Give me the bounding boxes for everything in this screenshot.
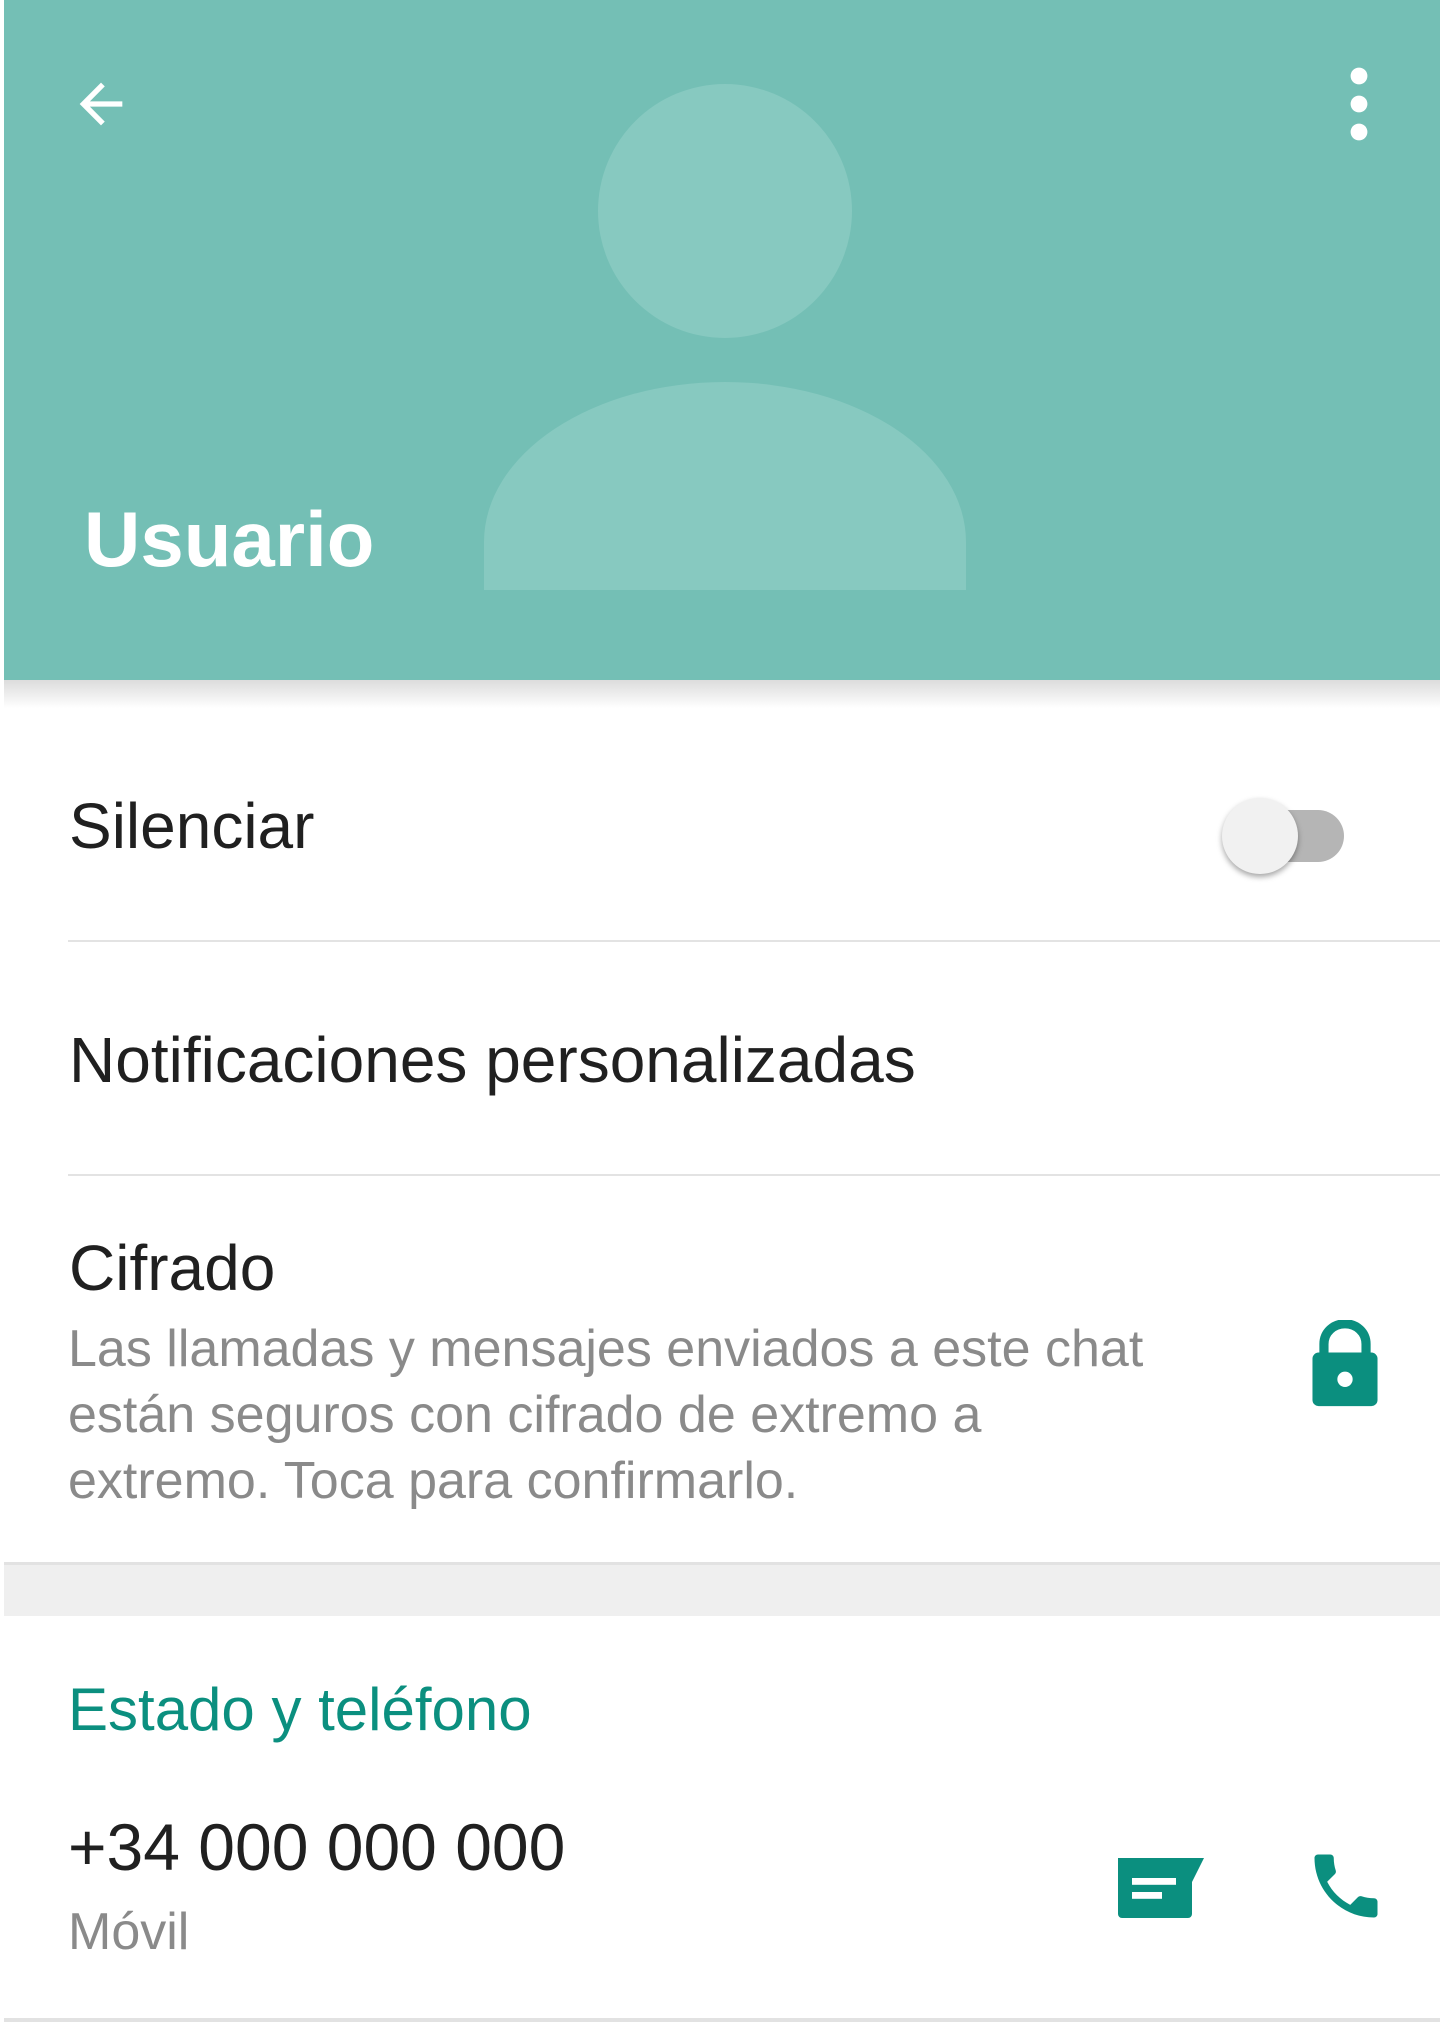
phone-number[interactable]: +34 000 000 000 [68,1814,565,1880]
message-button[interactable] [1100,1838,1220,1938]
avatar-placeholder-body [484,382,966,590]
contact-header: Usuario [4,0,1440,680]
section-title-status-phone: Estado y teléfono [68,1676,532,1743]
header-shadow [4,680,1440,708]
more-vert-icon [1350,67,1368,141]
arrow-back-icon [79,82,123,126]
phone-icon [1314,1854,1378,1918]
back-button[interactable] [56,56,146,152]
section-separator [4,1562,1440,1616]
phone-type-label: Móvil [68,1903,190,1961]
lock-icon [1312,1320,1378,1407]
encryption-description: Las llamadas y mensajes enviados a este … [68,1320,1144,1510]
custom-notifications-label: Notificaciones personalizadas [69,1024,916,1096]
encryption-label: Cifrado [69,1232,276,1304]
message-icon [1118,1858,1204,1918]
custom-notifications-row[interactable]: Notificaciones personalizadas [4,942,1440,1174]
contact-name: Usuario [84,495,375,583]
mute-toggle[interactable] [1218,796,1354,874]
bottom-divider [4,2018,1440,2022]
mute-label: Silenciar [69,790,315,862]
call-button[interactable] [1290,1830,1402,1942]
mute-toggle-thumb [1222,798,1298,874]
more-options-button[interactable] [1314,56,1404,152]
avatar-placeholder-head [598,84,852,338]
